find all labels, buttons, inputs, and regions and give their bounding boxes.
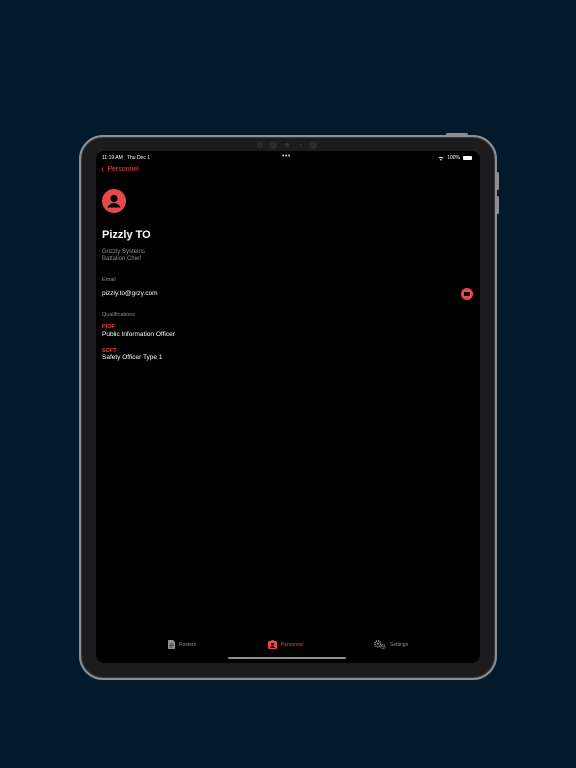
tab-label: Rosters <box>179 641 197 648</box>
volume-down-button <box>496 196 499 214</box>
organization: Grizzly Systems <box>102 249 146 255</box>
top-button <box>446 133 468 136</box>
gears-icon <box>374 640 386 649</box>
tab-settings[interactable]: Settings <box>374 640 408 649</box>
status-right: 100% <box>438 155 472 161</box>
volume-up-button <box>496 172 499 190</box>
wifi-icon <box>438 156 444 161</box>
envelope-icon <box>464 292 470 296</box>
tab-label: Personnel <box>281 641 304 648</box>
back-label: Personnel <box>107 166 139 173</box>
battery-icon <box>463 156 472 160</box>
send-email-button[interactable] <box>461 288 473 300</box>
back-button[interactable]: ‹ Personnel <box>101 164 139 175</box>
home-indicator[interactable] <box>228 657 346 659</box>
qualifications-label: Qualifications <box>102 312 136 318</box>
person-badge-icon <box>268 640 277 649</box>
person-details: Grizzly Systems Battalion Chief <box>102 249 145 263</box>
camera-bar <box>255 140 325 150</box>
document-icon <box>168 640 175 649</box>
tab-bar: Rosters Personnel Settings <box>96 637 480 657</box>
battery-percent: 100% <box>447 155 460 161</box>
avatar <box>102 189 126 213</box>
qualification-code: PIOF <box>102 324 115 330</box>
qualification-name: Public Information Officer <box>102 331 175 338</box>
multitasking-dots[interactable]: ••• <box>282 153 291 160</box>
tab-label: Settings <box>390 641 409 648</box>
status-bar: 11:19 AM Thu Dec 1 ••• 100% <box>96 153 480 164</box>
email-value[interactable]: pizzly.to@grzy.com <box>102 290 157 297</box>
person-name: Pizzly TO <box>102 229 151 241</box>
chevron-left-icon: ‹ <box>101 164 105 175</box>
app-screen: 11:19 AM Thu Dec 1 ••• 100% ‹ Personnel … <box>96 151 480 663</box>
email-label: Email <box>102 277 116 283</box>
tab-personnel[interactable]: Personnel <box>268 640 304 649</box>
status-time: 11:19 AM Thu Dec 1 <box>102 155 151 161</box>
tab-rosters[interactable]: Rosters <box>168 640 196 649</box>
job-title: Battalion Chief <box>102 256 142 262</box>
qualification-name: Safety Officer Type 1 <box>102 354 163 361</box>
